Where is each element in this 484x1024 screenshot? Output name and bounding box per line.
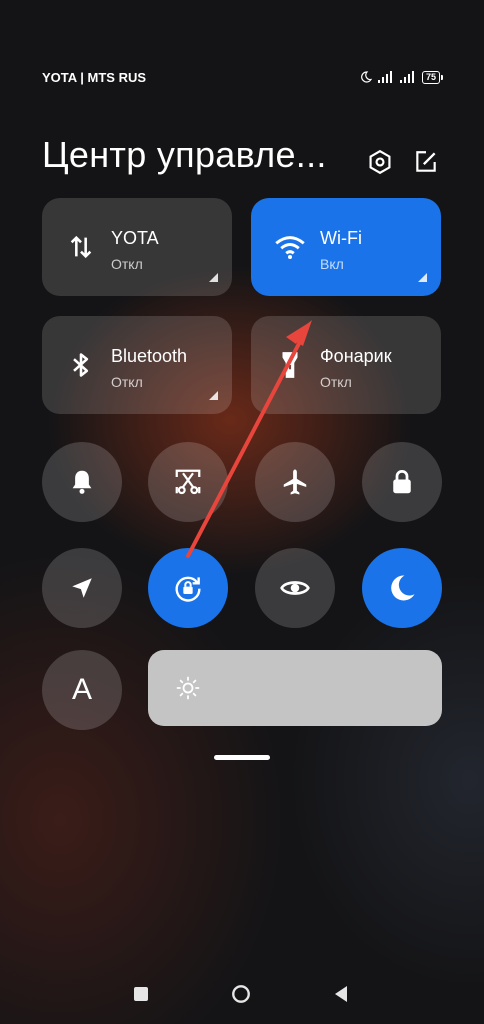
tile-state: Откл (320, 374, 352, 390)
carrier-text: YOTA | MTS RUS (42, 69, 147, 85)
tile-label: Фонарик (320, 346, 392, 366)
tile-mobile-data[interactable]: YOTA Откл (42, 198, 232, 296)
airplane-icon (283, 469, 307, 495)
brightness-slider[interactable] (148, 650, 442, 726)
screenshot-icon (175, 469, 201, 495)
battery-indicator: 75 (421, 70, 444, 84)
recents-icon (134, 987, 148, 1001)
tile-label: Wi-Fi (320, 228, 362, 248)
auto-brightness-icon: A (71, 673, 92, 706)
status-icons: 75 (360, 70, 444, 84)
moon-icon (361, 71, 372, 83)
toggle-silent[interactable] (42, 442, 122, 522)
expand-corner-icon[interactable] (209, 273, 218, 282)
tile-state: Откл (111, 374, 143, 390)
expand-corner-icon[interactable] (418, 273, 427, 282)
rotation-lock-icon (175, 576, 201, 602)
toggle-screenshot[interactable] (148, 442, 228, 522)
settings-button[interactable] (366, 148, 394, 176)
recents-button[interactable] (131, 984, 151, 1004)
page-title: Центр управле... (42, 134, 327, 175)
home-button[interactable] (231, 984, 251, 1004)
toggle-airplane[interactable] (255, 442, 335, 522)
edit-button[interactable] (412, 148, 440, 176)
panel-drag-handle[interactable] (214, 755, 270, 760)
lock-icon (393, 469, 411, 494)
settings-icon (369, 149, 391, 175)
tile-flashlight[interactable]: Фонарик Откл (251, 316, 441, 414)
moon-icon (391, 575, 415, 601)
tile-state: Вкл (320, 256, 344, 272)
expand-corner-icon[interactable] (209, 391, 218, 400)
toggle-location[interactable] (42, 548, 122, 628)
signal-icon (377, 71, 392, 83)
bell-icon (72, 470, 92, 494)
toggle-reading-mode[interactable] (255, 548, 335, 628)
tile-bluetooth[interactable]: Bluetooth Откл (42, 316, 232, 414)
toggle-dark-mode[interactable] (362, 548, 442, 628)
flashlight-icon (275, 350, 305, 380)
back-icon (335, 986, 347, 1002)
toggle-rotation-lock[interactable] (148, 548, 228, 628)
bluetooth-icon (66, 350, 96, 380)
location-icon (72, 578, 92, 598)
signal-icon (399, 71, 414, 83)
edit-icon (416, 151, 436, 172)
tile-label: YOTA (111, 228, 159, 248)
tile-wifi[interactable]: Wi-Fi Вкл (251, 198, 441, 296)
home-icon (232, 985, 250, 1003)
status-bar: YOTA | MTS RUS 75 (42, 68, 444, 86)
wifi-icon (275, 232, 305, 262)
eye-icon (280, 581, 310, 595)
mobile-data-icon (66, 232, 96, 262)
back-button[interactable] (331, 984, 351, 1004)
tile-label: Bluetooth (111, 346, 188, 366)
auto-brightness-button[interactable]: A (42, 650, 122, 730)
tile-state: Откл (111, 256, 143, 272)
toggle-lock-screen[interactable] (362, 442, 442, 522)
sun-icon (176, 676, 200, 700)
